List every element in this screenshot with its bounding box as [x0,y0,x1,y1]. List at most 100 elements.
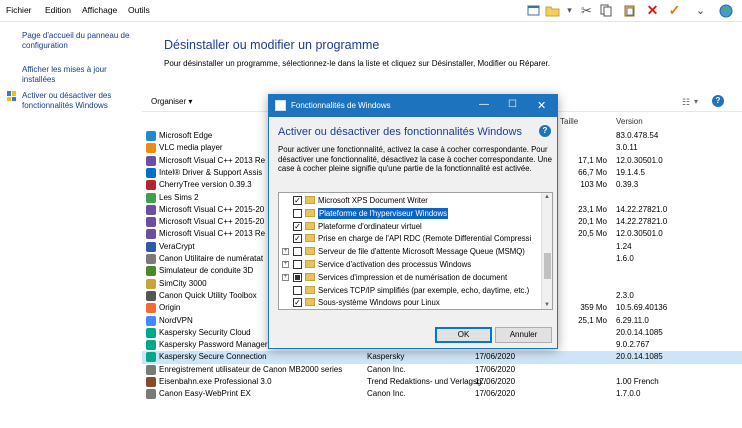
dialog-description: Pour activer une fonctionnalité, activez… [278,145,552,174]
cut-icon[interactable]: ✂ [579,3,594,18]
expand-icon[interactable]: + [282,261,289,268]
feature-label: Service d'activation des processus Windo… [318,260,472,269]
program-size: 17,1 Mo [578,155,607,165]
feature-label: Plateforme de l'hyperviseur Windows [318,207,449,219]
feature-label: Serveur de file d'attente Microsoft Mess… [318,247,525,257]
program-version: 14.22.27821.0 [616,217,668,227]
feature-list-scrollbar[interactable]: ▲ ▼ [541,193,552,309]
feature-checkbox[interactable]: ✓ [293,298,302,308]
program-name: Intel® Driver & Support Assis [159,167,263,177]
paste-icon[interactable] [622,3,637,18]
check-icon[interactable]: ✓ [667,2,682,18]
control-panel-home-link[interactable]: Page d'accueil du panneau de configurati… [22,31,140,51]
shield-icon [6,90,17,102]
program-name: Kaspersky Security Cloud [159,327,251,337]
feature-item[interactable]: Services TCP/IP simplifiés (par exemple,… [279,285,541,297]
chevron-down-icon[interactable]: ▾ [562,3,577,18]
program-name: VeraCrypt [159,241,195,251]
program-publisher: Canon Inc. [367,389,406,399]
feature-checkbox[interactable] [293,247,302,257]
cancel-button[interactable]: Annuler [495,327,552,343]
chevron-down-icon[interactable]: ▾ [694,97,698,106]
feature-checkbox[interactable]: ✓ [293,234,302,244]
folder-icon [305,285,315,294]
program-name: Microsoft Visual C++ 2013 Re [159,155,266,165]
menu-affichage[interactable]: Affichage [82,5,117,15]
program-size: 66,7 Mo [578,167,607,177]
view-options-icon[interactable]: ☷ [682,97,690,108]
help-icon[interactable]: ? [712,95,724,107]
feature-item[interactable]: + Serveur de file d'attente Microsoft Mes… [279,246,541,258]
feature-checkbox[interactable]: ✓ [293,221,302,231]
feature-checkbox[interactable] [293,272,302,282]
globe-icon[interactable] [718,3,733,18]
table-row[interactable]: Canon Easy-WebPrint EX Canon Inc. 17/06/20… [142,388,742,400]
program-name: Microsoft Visual C++ 2015-20 [159,204,265,214]
feature-checkbox[interactable] [293,208,302,218]
feature-item[interactable]: Plateforme de l'hyperviseur Windows [279,207,541,220]
program-version: 2.3.0 [616,290,634,300]
menu-outils[interactable]: Outils [128,5,150,15]
view-installed-updates-link[interactable]: Afficher les mises à jour installées [22,65,140,85]
program-name: Kaspersky Password Manager [159,340,268,350]
chevron-down-icon[interactable]: ⌄ [693,3,708,18]
maximize-button[interactable]: ☐ [508,99,517,110]
close-button[interactable]: ✕ [537,99,546,112]
feature-item[interactable]: + Services d'impression et de numérisatio… [279,272,541,284]
table-row[interactable]: Kaspersky Secure Connection Kaspersky 17/0… [142,351,742,364]
program-icon [146,192,156,203]
table-row[interactable]: Enregistrement utilisateur de Canon MB20… [142,364,742,376]
scroll-thumb[interactable] [544,253,551,279]
windows-features-dialog: Fonctionnalités de Windows — ☐ ✕ Activer… [268,94,558,349]
ok-button[interactable]: OK [435,327,492,343]
feature-list: ✓ Microsoft XPS Document Writer Plateforme… [278,192,553,310]
dialog-heading: Activer ou désactiver des fonctionnalité… [278,126,522,138]
feature-checkbox[interactable]: ✓ [293,196,302,205]
copy-icon[interactable] [599,3,614,18]
column-version[interactable]: Version [616,117,643,126]
feature-checkbox[interactable] [293,285,302,295]
program-name: Les Sims 2 [159,192,199,202]
feature-checkbox[interactable] [293,260,302,269]
organize-label: Organiser [151,97,187,106]
windows-features-link[interactable]: Activer ou désactiver des fonctionnalité… [22,91,140,111]
program-version: 83.0.478.54 [616,131,659,140]
program-version: 10.5.69.40136 [616,303,668,313]
chevron-down-icon: ▾ [188,97,193,106]
feature-item[interactable]: + Service d'activation des processus Wind… [279,259,541,271]
table-row[interactable]: Eisenbahn.exe Professional 3.0 Trend Reda… [142,376,742,388]
program-icon [146,266,156,277]
expand-icon[interactable]: + [282,273,289,281]
organize-button[interactable]: Organiser ▾ [151,97,192,106]
folder-icon [305,272,315,281]
window-icon[interactable] [526,3,541,18]
program-version: 3.0.11 [616,143,638,153]
delete-icon[interactable]: ✕ [645,2,660,18]
scroll-up-icon[interactable]: ▲ [544,194,550,200]
feature-item[interactable]: ✓ Plateforme d'ordinateur virtuel [279,221,541,233]
program-name: VLC media player [159,143,223,153]
scroll-down-icon[interactable]: ▼ [544,302,550,308]
minimize-button[interactable]: — [479,99,489,110]
feature-label: Services d'impression et de numérisation… [318,272,508,282]
program-version: 12.0.30501.0 [616,155,663,165]
program-date: 17/06/2020 [475,377,516,386]
help-icon[interactable]: ? [539,125,551,137]
program-icon [146,327,156,338]
program-icon [146,364,156,375]
column-size[interactable]: Taille [560,117,578,126]
feature-item[interactable]: ✓ Prise en charge de l'API RDC (Remote Di… [279,233,541,245]
program-publisher: Kaspersky [367,352,405,362]
program-date: 17/06/2020 [475,352,516,362]
folder-icon[interactable] [545,3,560,18]
program-icon [146,241,156,252]
expand-icon[interactable]: + [282,248,289,256]
menu-fichier[interactable]: Fichier [6,5,32,15]
feature-item[interactable]: ✓ Microsoft XPS Document Writer [279,195,541,207]
menu-edition[interactable]: Edition [45,5,71,15]
program-icon [146,143,156,154]
feature-item[interactable]: ✓ Sous-système Windows pour Linux [279,297,541,309]
program-size: 103 Mo [580,180,607,190]
program-version: 1.7.0.0 [616,389,641,399]
dialog-title-bar: Fonctionnalités de Windows — ☐ ✕ [269,95,557,117]
